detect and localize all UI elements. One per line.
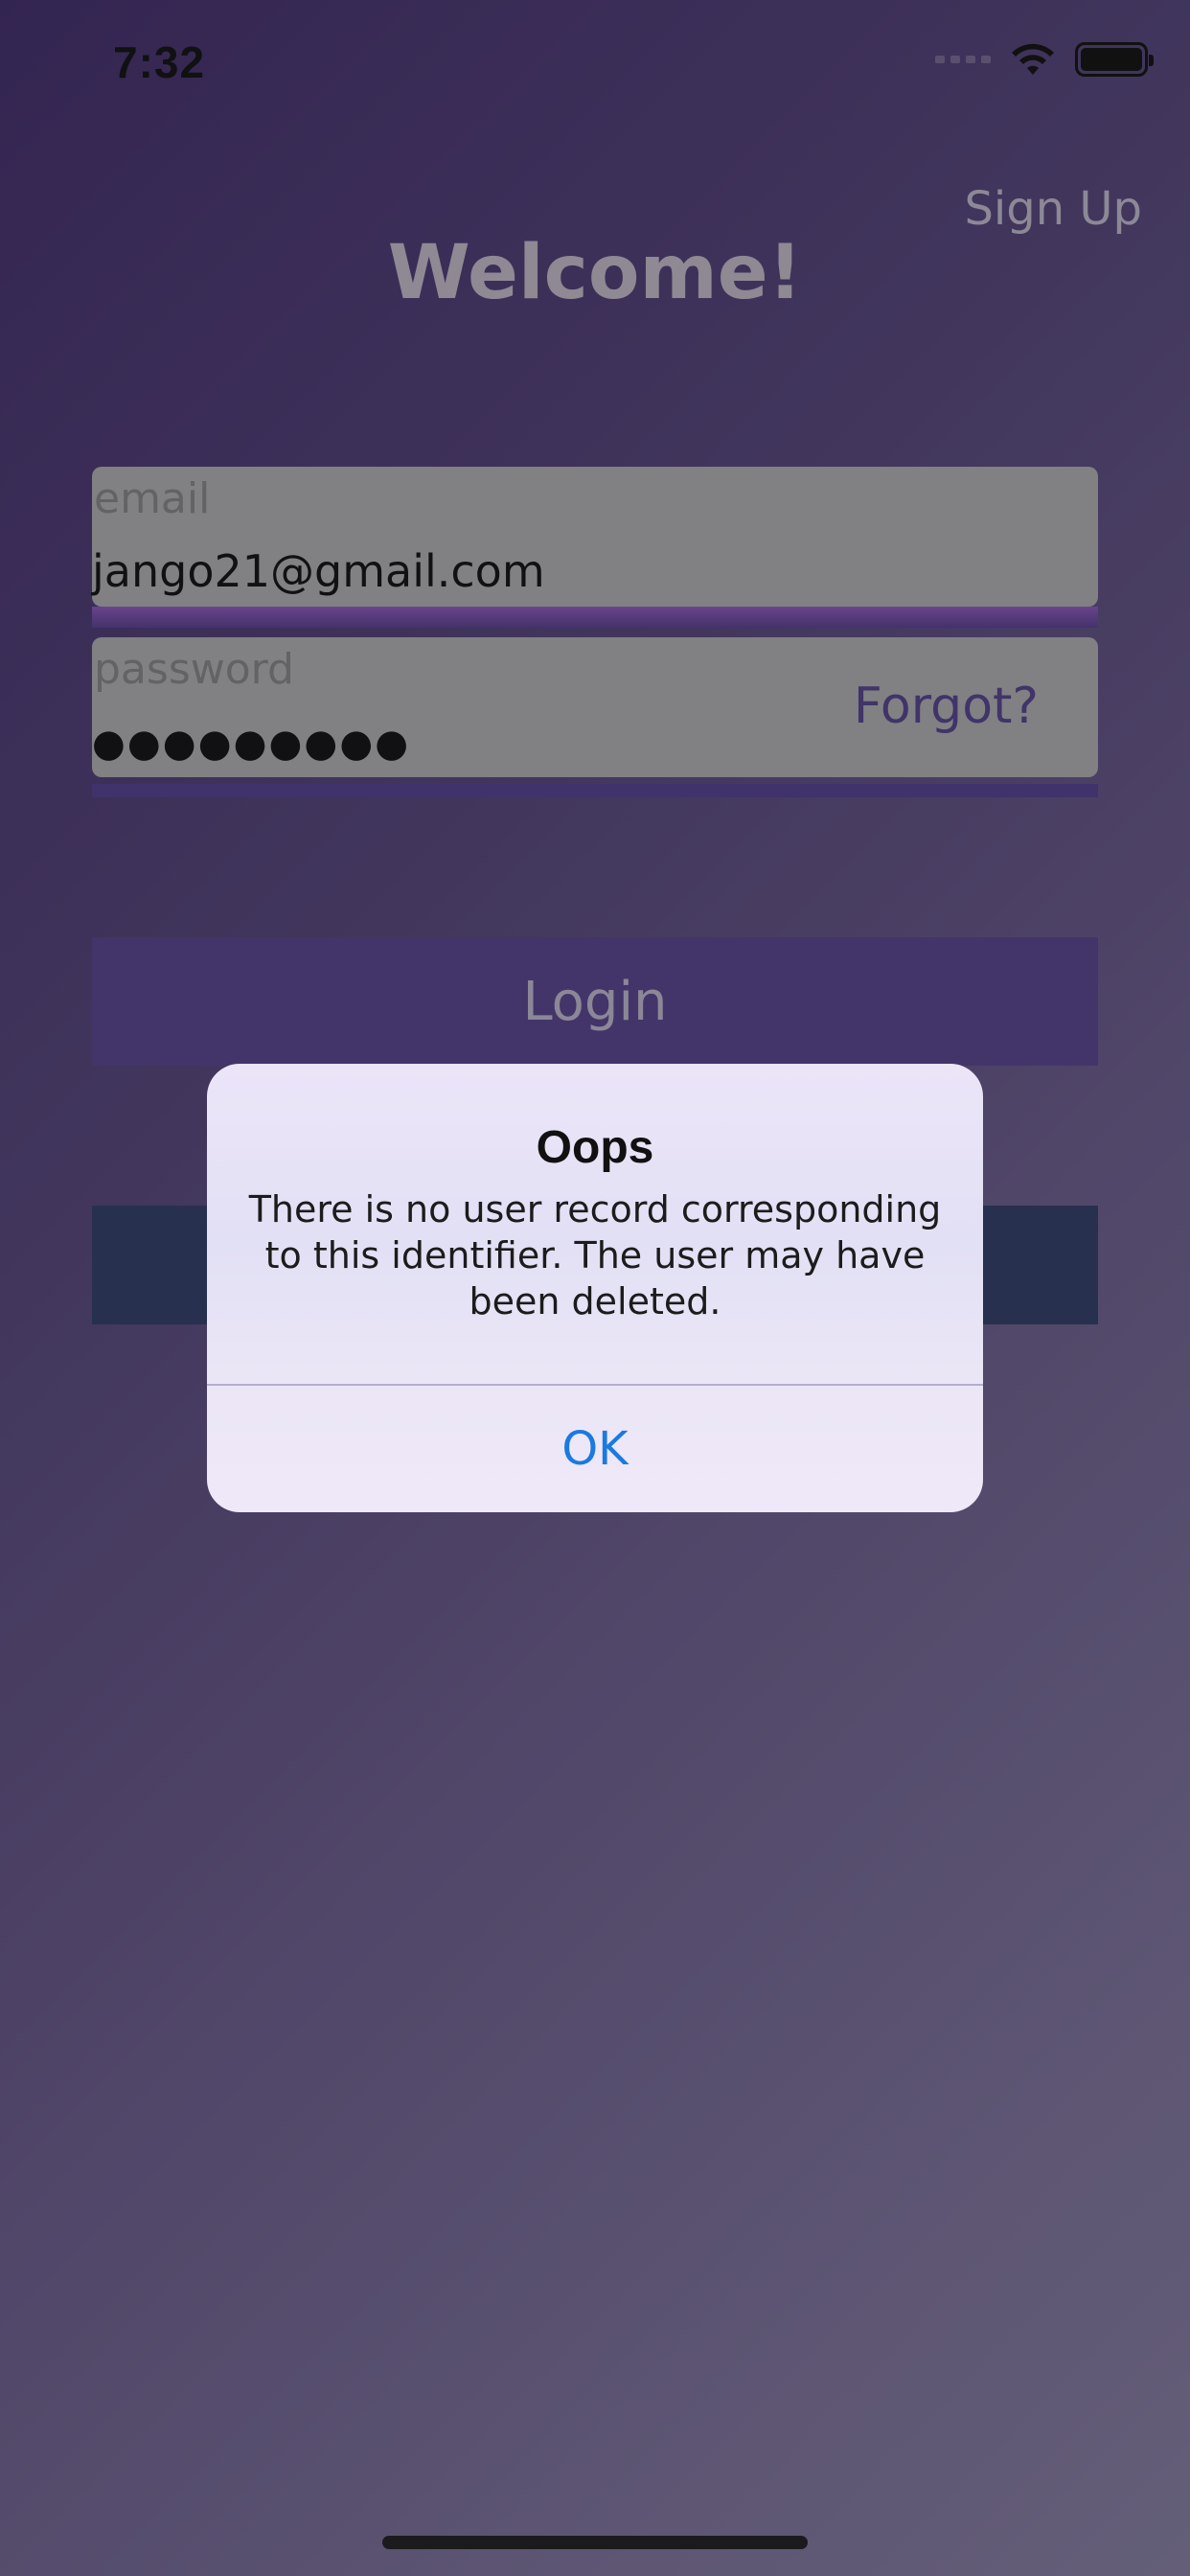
ok-button[interactable]: OK bbox=[207, 1386, 983, 1512]
status-time: 7:32 bbox=[113, 37, 206, 87]
alert-dialog: Oops There is no user record correspondi… bbox=[207, 1064, 983, 1512]
wifi-icon bbox=[1012, 43, 1054, 75]
status-icons bbox=[935, 42, 1154, 77]
home-indicator[interactable] bbox=[382, 2536, 808, 2549]
signal-icon bbox=[935, 56, 991, 63]
alert-message: There is no user record corresponding to… bbox=[248, 1188, 942, 1322]
battery-icon bbox=[1075, 42, 1154, 77]
alert-title: Oops bbox=[536, 1122, 654, 1173]
